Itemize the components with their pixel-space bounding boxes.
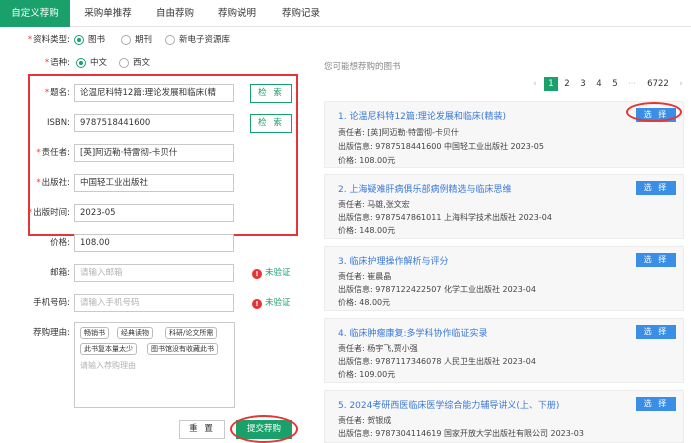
highlight-ellipse-select (626, 102, 682, 122)
email-status: ! 未验证 (252, 266, 291, 280)
book-pub-info: 出版信息: 9787518441600 中国轻工业出版社 2023-05 (338, 142, 544, 151)
resource-type-row: *资料类型: 图书 期刊 新电子资源库 (0, 31, 691, 49)
tab-custom-recommend[interactable]: 自定义荐购 (0, 0, 70, 27)
book-title[interactable]: 1. 论温尼科特12篇:理论发展和临床(精装) (338, 109, 506, 122)
radio-western[interactable] (119, 58, 129, 68)
title-search-button[interactable]: 检 索 (250, 84, 292, 103)
book-price: 价格: 48.00元 (338, 298, 391, 307)
reason-label: 荐购理由: (33, 328, 70, 338)
title-input[interactable]: 论温尼科特12篇:理论发展和临床(精 (74, 84, 234, 102)
publisher-input[interactable]: 中国轻工业出版社 (74, 174, 234, 192)
price-input[interactable]: 108.00 (74, 234, 234, 252)
warning-icon: ! (252, 269, 262, 279)
radio-chinese-label: 中文 (90, 58, 108, 68)
language-label: *语种: (44, 58, 70, 68)
reason-tag[interactable]: 经典读物 (117, 327, 153, 339)
author-input[interactable]: [英]阿迈勒·特雷彻-卡贝什 (74, 144, 234, 162)
book-title[interactable]: 5. 2024考研西医临床医学综合能力辅导讲义(上、下册) (338, 398, 559, 411)
pagination: ‹ 1 2 3 4 5 ··· 6722 › (530, 77, 690, 91)
warning-icon: ! (252, 299, 262, 309)
book-title[interactable]: 2. 上海疑难肝病俱乐部病例精选与临床思维 (338, 182, 511, 195)
book-card: 5. 2024考研西医临床医学综合能力辅导讲义(上、下册) 选 择 责任者: 贺… (324, 390, 684, 443)
radio-e-resource-label: 新电子资源库 (179, 35, 231, 45)
book-author: 责任者: 贺银成 (338, 416, 392, 425)
page-button[interactable]: 4 (594, 77, 604, 91)
book-pub-info: 出版信息: 9787117346078 人民卫生出版社 2023-04 (338, 357, 536, 366)
pub-date-label: *出版时间: (27, 208, 70, 218)
last-page-button[interactable]: 6722 (646, 77, 670, 91)
page-button[interactable]: 5 (610, 77, 620, 91)
email-label: 邮箱: (50, 268, 70, 278)
book-pub-info: 出版信息: 9787122422507 化学工业出版社 2023-04 (338, 285, 536, 294)
resource-type-label: *资料类型: (27, 35, 70, 45)
radio-book[interactable] (74, 35, 84, 45)
book-card: 2. 上海疑难肝病俱乐部病例精选与临床思维 选 择 责任者: 马雄,张文宏 出版… (324, 174, 684, 239)
phone-label: 手机号码: (33, 298, 70, 308)
page-button[interactable]: 2 (562, 77, 572, 91)
book-card: 3. 临床护理操作解析与评分 选 择 责任者: 崔晨晶 出版信息: 978712… (324, 246, 684, 311)
book-pub-info: 出版信息: 9787304114619 国家开放大学出版社有限公司 2023-0… (338, 429, 584, 438)
book-author: 责任者: 崔晨晶 (338, 272, 392, 281)
radio-e-resource[interactable] (165, 35, 175, 45)
reason-textarea[interactable]: 畅销书 经典读物 科研/论文所需 此书复本量太少 图书馆没有收藏此书 请输入荐购… (74, 322, 235, 408)
radio-western-label: 西文 (133, 58, 151, 68)
reason-label-row: 荐购理由: (0, 324, 70, 342)
book-author: 责任者: [英]阿迈勒·特雷彻-卡贝什 (338, 128, 459, 137)
isbn-input[interactable]: 9787518441600 (74, 114, 234, 132)
reason-tag[interactable]: 科研/论文所需 (165, 327, 218, 339)
radio-journal-label: 期刊 (135, 35, 153, 45)
page-button[interactable]: 1 (544, 77, 558, 91)
book-title[interactable]: 3. 临床护理操作解析与评分 (338, 254, 448, 267)
reason-placeholder: 请输入荐购理由 (80, 361, 136, 370)
book-price: 价格: 108.00元 (338, 156, 396, 165)
highlight-ellipse-submit (230, 415, 298, 443)
tab-bar: 自定义荐购 采购单推荐 自由荐购 荐购说明 荐购记录 (0, 0, 691, 27)
page-button[interactable]: 3 (578, 77, 588, 91)
reason-tag[interactable]: 图书馆没有收藏此书 (147, 343, 218, 355)
radio-book-label: 图书 (88, 35, 106, 45)
select-button[interactable]: 选 择 (636, 325, 676, 339)
author-label: *责任者: (36, 148, 70, 158)
book-title[interactable]: 4. 临床肿瘤康复:多学科协作临证实录 (338, 326, 487, 339)
recommend-heading: 您可能想荐购的图书 (324, 62, 401, 72)
tab-instructions[interactable]: 荐购说明 (206, 0, 268, 27)
book-pub-info: 出版信息: 9787547861011 上海科学技术出版社 2023-04 (338, 213, 552, 222)
reason-tag[interactable]: 畅销书 (80, 327, 109, 339)
pub-date-input[interactable]: 2023-05 (74, 204, 234, 222)
title-label: *题名: (44, 88, 70, 98)
page-ellipsis: ··· (627, 79, 637, 89)
phone-input[interactable]: 请输入手机号码 (74, 294, 234, 312)
book-author: 责任者: 马雄,张文宏 (338, 200, 410, 209)
tab-free-recommend[interactable]: 自由荐购 (144, 0, 206, 27)
tab-purchase-list[interactable]: 采购单推荐 (72, 0, 144, 27)
prev-page-button[interactable]: ‹ (530, 77, 540, 91)
reason-tag[interactable]: 此书复本量太少 (80, 343, 137, 355)
next-page-button[interactable]: › (676, 77, 686, 91)
email-input[interactable]: 请输入邮箱 (74, 264, 234, 282)
select-button[interactable]: 选 择 (636, 181, 676, 195)
book-price: 价格: 109.00元 (338, 370, 396, 379)
select-button[interactable]: 选 择 (636, 253, 676, 267)
book-price: 价格: 148.00元 (338, 226, 396, 235)
select-button[interactable]: 选 择 (636, 397, 676, 411)
radio-chinese[interactable] (76, 58, 86, 68)
radio-journal[interactable] (121, 35, 131, 45)
book-card: 4. 临床肿瘤康复:多学科协作临证实录 选 择 责任者: 杨宇飞,贾小强 出版信… (324, 318, 684, 383)
isbn-label: ISBN: (47, 118, 70, 128)
isbn-search-button[interactable]: 检 索 (250, 114, 292, 133)
tab-records[interactable]: 荐购记录 (270, 0, 332, 27)
price-label: 价格: (50, 238, 70, 248)
reset-button[interactable]: 重 置 (179, 420, 225, 439)
publisher-label: *出版社: (36, 178, 70, 188)
phone-status: ! 未验证 (252, 296, 291, 310)
book-author: 责任者: 杨宇飞,贾小强 (338, 344, 418, 353)
